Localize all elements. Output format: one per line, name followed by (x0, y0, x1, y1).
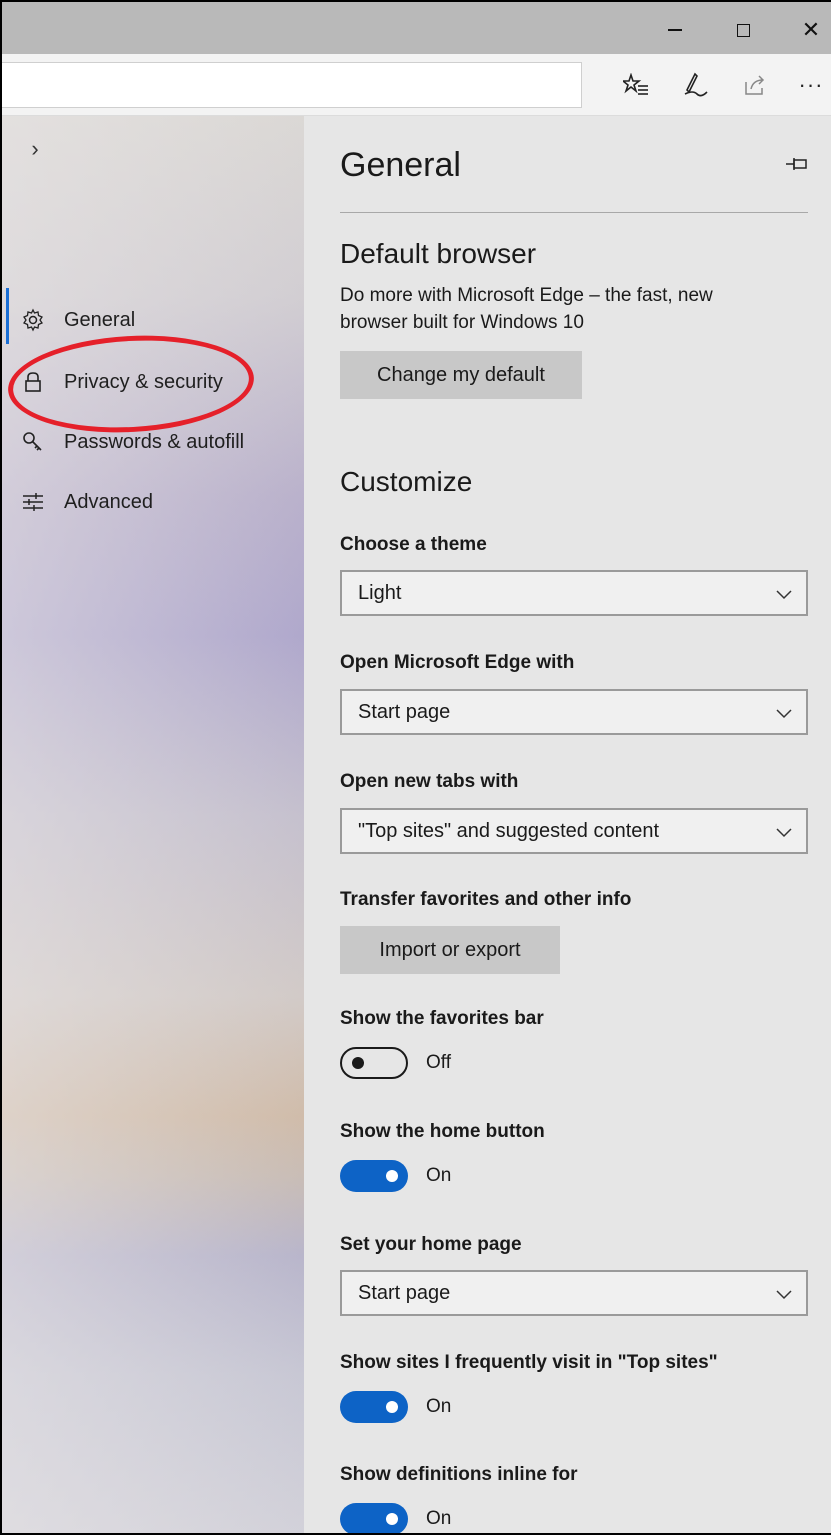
chevron-down-icon (776, 828, 792, 838)
settings-pane: General Default browser Do more with Mic… (304, 116, 831, 1533)
definitions-state: On (426, 1508, 452, 1529)
home-button-toggle-row: On (340, 1159, 451, 1193)
open-with-value: Start page (358, 700, 451, 723)
open-with-label: Open Microsoft Edge with (340, 652, 575, 673)
more-button[interactable]: ··· (794, 68, 828, 102)
address-bar[interactable] (2, 62, 582, 108)
definitions-toggle-row: On (340, 1502, 452, 1533)
web-note-button[interactable] (678, 68, 712, 102)
sidebar-item-label: General (64, 308, 136, 331)
home-button-label: Show the home button (340, 1121, 545, 1142)
minimize-icon (668, 29, 682, 31)
default-browser-heading: Default browser (340, 238, 537, 269)
title-divider (340, 212, 808, 213)
default-browser-description: Do more with Microsoft Edge – the fast, … (340, 285, 713, 333)
minimize-button[interactable] (652, 10, 698, 50)
key-icon (20, 429, 46, 455)
chevron-down-icon (776, 1290, 792, 1300)
favorites-bar-toggle-row: Off (340, 1046, 451, 1080)
home-button-toggle[interactable] (340, 1160, 408, 1192)
home-button-state: On (426, 1165, 452, 1186)
more-icon: ··· (798, 72, 824, 97)
chevron-right-icon: › (31, 136, 39, 161)
top-sites-toggle[interactable] (340, 1391, 408, 1423)
page-title: General (340, 146, 461, 184)
toggle-knob (386, 1513, 398, 1525)
toggle-knob (386, 1401, 398, 1413)
home-page-label: Set your home page (340, 1234, 522, 1255)
definitions-toggle[interactable] (340, 1503, 408, 1533)
new-tabs-select[interactable]: "Top sites" and suggested content (340, 808, 808, 854)
gear-icon (20, 307, 46, 333)
favorites-bar-state: Off (426, 1052, 451, 1073)
close-button[interactable]: ✕ (788, 10, 831, 50)
top-sites-state: On (426, 1396, 452, 1417)
chevron-down-icon (776, 590, 792, 600)
definitions-label: Show definitions inline for (340, 1464, 578, 1485)
theme-value: Light (358, 581, 402, 604)
toggle-knob (386, 1170, 398, 1182)
open-with-select[interactable]: Start page (340, 689, 808, 735)
sliders-icon (20, 489, 46, 515)
home-page-select[interactable]: Start page (340, 1270, 808, 1316)
title-bar: ✕ (2, 2, 831, 54)
favorites-star-icon (623, 73, 648, 95)
pin-button[interactable] (782, 152, 812, 176)
chevron-down-icon (776, 709, 792, 719)
favorites-button[interactable] (619, 68, 653, 102)
maximize-button[interactable] (720, 10, 766, 50)
favorites-bar-toggle[interactable] (340, 1047, 408, 1079)
home-page-value: Start page (358, 1281, 451, 1304)
maximize-icon (736, 23, 750, 37)
favorites-bar-label: Show the favorites bar (340, 1008, 544, 1029)
selected-indicator (6, 288, 9, 344)
import-export-button[interactable]: Import or export (340, 926, 560, 974)
toggle-knob (352, 1057, 364, 1069)
pin-icon (786, 158, 807, 170)
transfer-label: Transfer favorites and other info (340, 889, 632, 910)
top-sites-toggle-row: On (340, 1390, 451, 1424)
browser-window: ✕ ··· › General Privacy & security Passw… (0, 0, 831, 1535)
theme-label: Choose a theme (340, 534, 487, 555)
settings-nav: › General Privacy & security Passwords &… (2, 116, 304, 1533)
top-sites-label: Show sites I frequently visit in "Top si… (340, 1352, 718, 1373)
sidebar-item-advanced[interactable]: Advanced (12, 476, 292, 528)
close-icon: ✕ (801, 17, 821, 42)
theme-select[interactable]: Light (340, 570, 808, 616)
collapse-button[interactable]: › (20, 134, 50, 164)
sidebar-item-label: Advanced (64, 490, 153, 513)
new-tabs-value: "Top sites" and suggested content (358, 819, 660, 842)
change-default-button[interactable]: Change my default (340, 351, 582, 399)
toolbar: ··· (2, 54, 831, 116)
sidebar-item-label: Passwords & autofill (64, 430, 245, 453)
customize-heading: Customize (340, 466, 473, 497)
new-tabs-label: Open new tabs with (340, 771, 519, 792)
pen-icon (684, 72, 708, 97)
share-button[interactable] (738, 68, 772, 102)
share-icon (745, 75, 765, 95)
